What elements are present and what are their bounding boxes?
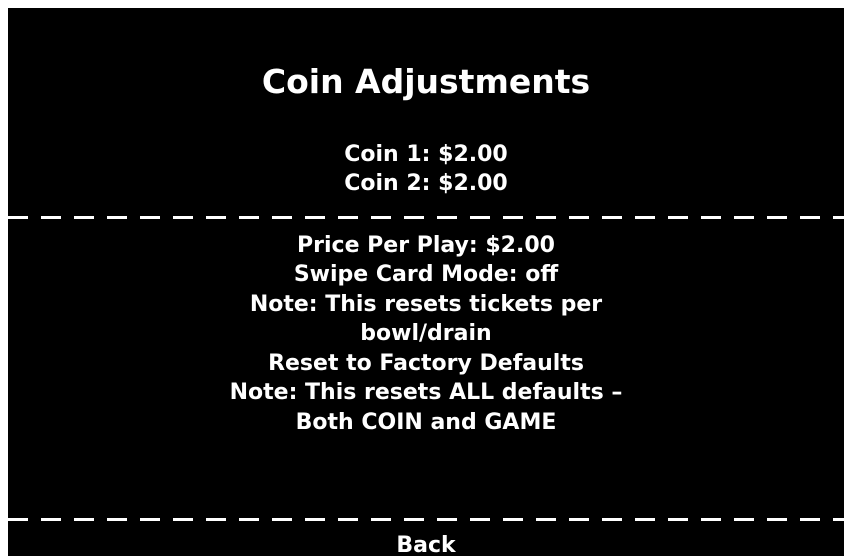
note-all-defaults-line-1: Note: This resets ALL defaults – bbox=[229, 380, 623, 405]
page-title: Coin Adjustments bbox=[261, 62, 591, 101]
reset-factory-defaults-button[interactable]: Reset to Factory Defaults bbox=[8, 350, 844, 378]
note-tickets-line-2: bowl/drain bbox=[360, 321, 492, 346]
dashed-divider-top bbox=[8, 216, 844, 219]
swipe-card-mode-setting[interactable]: Swipe Card Mode: off bbox=[8, 261, 844, 289]
back-button[interactable]: Back bbox=[8, 532, 844, 556]
note-all-defaults-line-2: Both COIN and GAME bbox=[295, 410, 557, 435]
coin-1-setting[interactable]: Coin 1: $2.00 bbox=[8, 141, 844, 169]
coin-2-setting[interactable]: Coin 2: $2.00 bbox=[8, 170, 844, 198]
price-per-play-setting[interactable]: Price Per Play: $2.00 bbox=[8, 232, 844, 260]
note-tickets-line-1: Note: This resets tickets per bbox=[249, 292, 603, 317]
coin-adjustments-screen: Coin Adjustments Coin 1: $2.00 Coin 2: $… bbox=[8, 8, 844, 556]
dashed-divider-bottom bbox=[8, 518, 844, 521]
